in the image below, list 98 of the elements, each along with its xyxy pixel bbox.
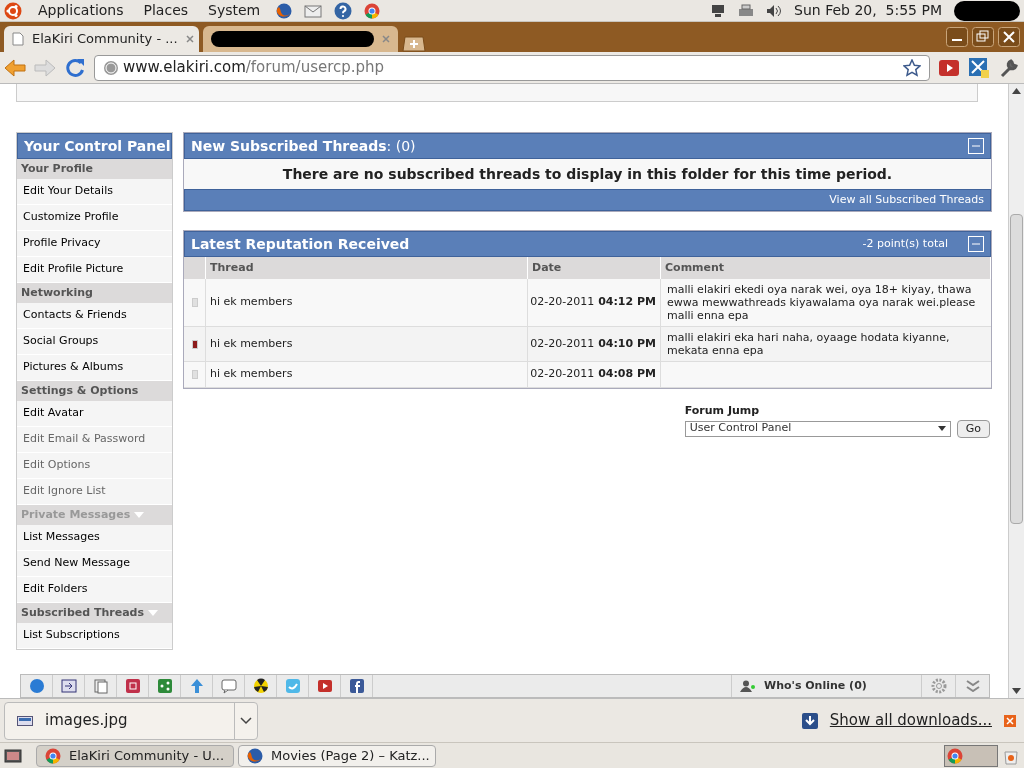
dropdown-icon: [937, 426, 946, 431]
sidebar-section-header[interactable]: Networking: [17, 283, 172, 303]
collapse-icon[interactable]: [968, 138, 984, 154]
column-header[interactable]: Comment: [661, 257, 991, 279]
go-button[interactable]: Go: [956, 419, 990, 438]
forum-jump-select[interactable]: User Control Panel: [684, 420, 951, 437]
section-title: New Subscribed Threads: (0): [191, 136, 417, 156]
sidebar-section-header[interactable]: Your Profile: [17, 159, 172, 179]
sidebar-link[interactable]: Social Groups: [17, 329, 172, 355]
close-icon[interactable]: [1004, 714, 1016, 727]
video-icon[interactable]: [316, 678, 333, 694]
empty-message: There are no subscribed threads to display in this folder for this time period.: [184, 159, 991, 189]
column-header[interactable]: Thread: [206, 257, 528, 279]
user-icon: [740, 680, 756, 692]
help-icon[interactable]: [334, 1, 353, 20]
download-icon[interactable]: [801, 712, 818, 729]
tray-applet[interactable]: [944, 744, 998, 767]
url-text: www.elakiri.com/forum/usercp.php: [123, 57, 386, 79]
radiation-icon[interactable]: [252, 678, 269, 694]
panel-menu[interactable]: System: [204, 0, 265, 21]
browser-tab[interactable]: [203, 26, 398, 52]
minimize-icon[interactable]: [946, 27, 968, 47]
browser-tab[interactable]: ElaKiri Community - ...: [4, 26, 199, 52]
square-icon[interactable]: [124, 678, 141, 694]
sidebar-link[interactable]: List Subscriptions: [17, 623, 172, 649]
scroll-thumb[interactable]: [1010, 214, 1023, 524]
import-icon[interactable]: [60, 678, 77, 694]
pages-icon[interactable]: [92, 678, 109, 694]
section-title: Latest Reputation Received: [191, 234, 411, 254]
tab-title: ElaKiri Community - ...: [32, 30, 178, 49]
sidebar-title: Your Control Panel: [17, 133, 172, 159]
f-letter-icon[interactable]: [348, 678, 365, 694]
printer-icon[interactable]: [738, 3, 755, 18]
comment-cell: malli elakiri eka hari naha, oyaage hodata kiyanne, mekata enna epa: [661, 327, 991, 362]
sidebar-link[interactable]: Edit Options: [17, 453, 172, 479]
sidebar-link[interactable]: Edit Your Details: [17, 179, 172, 205]
chevron-down-icon[interactable]: [240, 716, 252, 725]
collapse-icon[interactable]: [968, 236, 984, 252]
sidebar-link[interactable]: Profile Privacy: [17, 231, 172, 257]
column-header[interactable]: Date: [528, 257, 661, 279]
thread-link[interactable]: hi ek members: [206, 362, 528, 388]
thread-link[interactable]: hi ek members: [206, 279, 528, 327]
forum-jump-label: Forum Jump: [684, 403, 761, 419]
scroll-down-icon[interactable]: [1012, 688, 1021, 694]
foot-logo-icon[interactable]: [4, 1, 22, 20]
image-file-icon: [17, 715, 33, 726]
speech-bubble-icon[interactable]: [220, 678, 237, 694]
settings-icon[interactable]: [930, 678, 947, 694]
download-item[interactable]: images.jpg: [4, 701, 258, 740]
mail-icon[interactable]: [304, 2, 323, 19]
thread-link[interactable]: hi ek members: [206, 327, 528, 362]
view-all-link[interactable]: View all Subscribed Threads: [829, 191, 984, 209]
close-icon[interactable]: [998, 27, 1020, 47]
up-arrow-icon[interactable]: [188, 678, 205, 694]
wrench-icon[interactable]: [998, 56, 1020, 79]
browser-icon[interactable]: [276, 2, 293, 19]
back-icon[interactable]: [4, 58, 26, 77]
taskbar-button[interactable]: Movies (Page 2) – Katz...: [238, 744, 436, 767]
sidebar-link[interactable]: Contacts & Friends: [17, 303, 172, 329]
panel-menu[interactable]: Places: [139, 0, 193, 21]
show-desktop-icon[interactable]: [4, 747, 22, 764]
sidebar-link[interactable]: Send New Message: [17, 551, 172, 577]
points-total: -2 point(s) total: [862, 235, 949, 252]
redaction-mark: [954, 0, 1020, 21]
date-cell: 02-20-2011 04:12 PM: [528, 279, 661, 327]
comment-cell: malli elakiri ekedi oya narak wei, oya 18+ kiyay, thawa ewwa mewwathreads kiyawalama oya narak wei.please malli enna epa: [661, 279, 991, 327]
sidebar-section-header[interactable]: Settings & Options: [17, 381, 172, 401]
scroll-up-icon[interactable]: [1012, 88, 1021, 94]
date-cell: 02-20-2011 04:08 PM: [528, 362, 661, 388]
sidebar-link[interactable]: Customize Profile: [17, 205, 172, 231]
browser-icon: [247, 747, 263, 764]
whos-online-button[interactable]: Who's Online (0): [731, 675, 921, 697]
chrome-icon[interactable]: [364, 2, 381, 19]
restore-icon[interactable]: [972, 27, 994, 47]
speaker-icon[interactable]: [766, 3, 783, 18]
sidebar-section-header[interactable]: Subscribed Threads: [17, 603, 172, 623]
sidebar-link[interactable]: Edit Email & Password: [17, 427, 172, 453]
extension-icon[interactable]: [968, 56, 990, 79]
address-bar[interactable]: www.elakiri.com/forum/usercp.php: [94, 54, 930, 81]
star-icon[interactable]: [903, 58, 921, 77]
chrome-icon: [947, 747, 963, 764]
clock[interactable]: Sun Feb 20, 5:55 PM: [794, 0, 942, 21]
sidebar-link[interactable]: Edit Avatar: [17, 401, 172, 427]
reload-icon[interactable]: [64, 56, 86, 79]
share-icon[interactable]: [156, 678, 173, 694]
show-all-downloads-link[interactable]: Show all downloads...: [829, 709, 992, 732]
panel-menu[interactable]: Applications: [34, 0, 128, 21]
double-chevron-icon[interactable]: [965, 680, 980, 692]
page-icon: [12, 32, 24, 46]
new-tab-icon[interactable]: [402, 36, 426, 52]
bird-icon[interactable]: [284, 678, 301, 694]
date-cell: 02-20-2011 04:10 PM: [528, 327, 661, 362]
file-name: images.jpg: [45, 710, 128, 732]
sidebar-link[interactable]: List Messages: [17, 525, 172, 551]
scrollbar[interactable]: [1008, 84, 1024, 698]
network-icon[interactable]: [710, 3, 727, 18]
chrome-icon: [45, 747, 61, 764]
taskbar-button[interactable]: ElaKiri Community - U...: [36, 744, 234, 767]
